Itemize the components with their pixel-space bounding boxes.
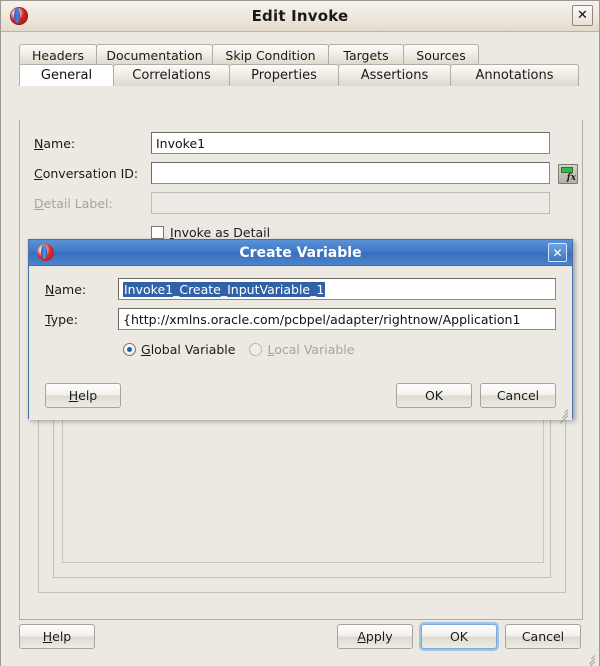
invoke-as-detail-checkbox[interactable] [151, 225, 164, 239]
tabstrip: Headers Documentation Skip Condition Tar… [19, 44, 583, 86]
detail-label-label: Detail Label: [34, 195, 113, 211]
tab-general[interactable]: General [19, 64, 114, 86]
cancel-button[interactable]: Cancel [505, 624, 581, 649]
create-variable-dialog: Create Variable ✕ Name: Invoke1_Create_I… [28, 239, 573, 424]
tab-properties[interactable]: Properties [229, 64, 339, 86]
tab-sources[interactable]: Sources [403, 44, 479, 65]
invoke-as-detail-label: Invoke as Detail [170, 224, 271, 240]
tab-annotations[interactable]: Annotations [450, 64, 579, 86]
name-input[interactable]: Invoke1 [151, 132, 550, 154]
ok-button[interactable]: OK [421, 624, 497, 649]
help-button[interactable]: Help [19, 624, 95, 649]
global-variable-radio[interactable] [123, 342, 136, 356]
global-variable-label: Global Variable [141, 341, 236, 357]
dialog-button-area: OK Cancel [396, 383, 556, 408]
close-icon[interactable]: ✕ [548, 243, 567, 262]
detail-label-input [151, 192, 550, 214]
window-button-bar: Help Apply OK Cancel [19, 624, 581, 650]
local-variable-radio[interactable] [249, 342, 263, 356]
dialog-ok-button[interactable]: OK [396, 383, 472, 408]
tab-correlations[interactable]: Correlations [113, 64, 230, 86]
dialog-name-row: Name: [45, 278, 86, 300]
name-label: Name: [34, 135, 76, 151]
window-titlebar: Edit Invoke ✕ [1, 1, 599, 32]
dialog-resize-grip[interactable] [556, 405, 569, 424]
conversation-id-row: Conversation ID: [34, 162, 138, 184]
dialog-name-label: Name: [45, 281, 87, 297]
dialog-name-value: Invoke1_Create_InputVariable_1 [123, 281, 326, 297]
close-icon[interactable]: ✕ [572, 5, 593, 26]
tab-row-primary: General Correlations Properties Assertio… [19, 64, 583, 86]
dialog-cancel-button[interactable]: Cancel [480, 383, 556, 408]
tab-documentation[interactable]: Documentation [96, 44, 213, 65]
expression-builder-icon[interactable] [558, 164, 578, 184]
dialog-name-input[interactable]: Invoke1_Create_InputVariable_1 [118, 278, 556, 300]
oracle-jdev-icon [37, 244, 54, 261]
tab-headers[interactable]: Headers [19, 44, 97, 65]
dialog-help-area: Help [45, 383, 121, 408]
dialog-type-row: Type: [45, 308, 78, 330]
tab-row-secondary: Headers Documentation Skip Condition Tar… [19, 44, 583, 65]
conversation-id-input[interactable] [151, 162, 550, 184]
dialog-titlebar: Create Variable ✕ [29, 240, 572, 266]
oracle-jdev-icon [10, 7, 28, 25]
dialog-body: Name: Invoke1_Create_InputVariable_1 Typ… [29, 266, 572, 424]
local-variable-label: Local Variable [267, 341, 355, 357]
tab-skip-condition[interactable]: Skip Condition [212, 44, 329, 65]
dialog-title: Create Variable [239, 244, 362, 261]
variable-scope-row: Global Variable Local Variable [123, 338, 354, 360]
tab-targets[interactable]: Targets [328, 44, 404, 65]
detail-label-row: Detail Label: [34, 192, 113, 214]
dialog-type-label: Type: [45, 311, 78, 327]
conversation-id-label: Conversation ID: [34, 165, 139, 181]
name-row: Name: [34, 132, 75, 154]
apply-button[interactable]: Apply [337, 624, 413, 649]
tab-assertions[interactable]: Assertions [338, 64, 451, 86]
dialog-help-button[interactable]: Help [45, 383, 121, 408]
resize-grip[interactable] [583, 651, 596, 666]
dialog-type-input[interactable]: {http://xmlns.oracle.com/pcbpel/adapter/… [118, 308, 556, 330]
window-title: Edit Invoke [251, 7, 349, 25]
